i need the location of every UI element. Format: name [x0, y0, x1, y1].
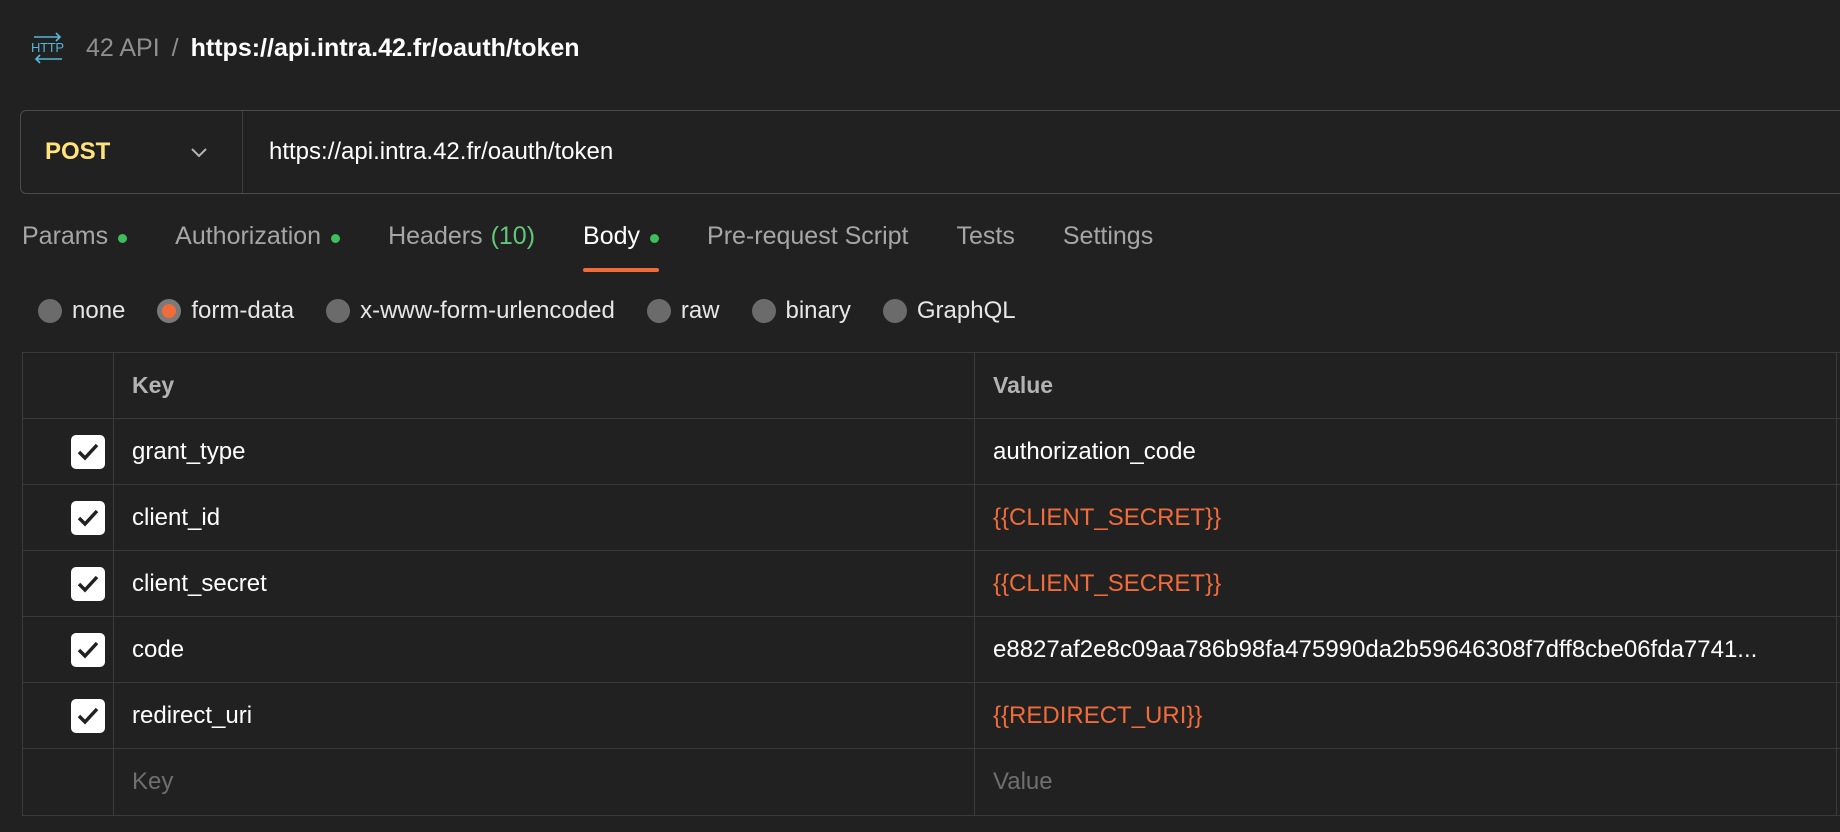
radio-raw[interactable]: raw: [646, 297, 720, 325]
tab-headers[interactable]: Headers (10): [388, 222, 535, 272]
tab-label: Headers: [388, 222, 483, 250]
row-key[interactable]: redirect_uri: [114, 683, 975, 748]
checkmark-icon: [77, 641, 99, 659]
chevron-down-icon: [190, 146, 208, 158]
tab-params[interactable]: Params: [22, 222, 128, 272]
radio-label: x-www-form-urlencoded: [360, 297, 615, 324]
status-dot: [650, 234, 660, 243]
radio-binary[interactable]: binary: [751, 297, 851, 325]
breadcrumb-separator: /: [171, 33, 179, 62]
radio-form-data[interactable]: form-data: [157, 297, 294, 325]
radio-label: none: [72, 297, 126, 324]
value-variable: {{CLIENT_SECRET}}: [993, 503, 1222, 531]
row-key[interactable]: client_id: [114, 485, 975, 550]
row-check-cell: [23, 749, 114, 815]
value-text: e8827af2e8c09aa786b98fa475990da2b5964630…: [993, 635, 1758, 663]
body-type-selector: none form-data x-www-form-urlencoded raw…: [38, 296, 1048, 326]
radio-button-selected[interactable]: [157, 299, 182, 323]
status-dot: [331, 234, 341, 243]
radio-button[interactable]: [646, 299, 671, 323]
tab-label: Pre-request Script: [707, 222, 909, 250]
request-url-bar: POST: [20, 110, 1840, 194]
row-check-cell: [23, 617, 114, 682]
row-checkbox[interactable]: [71, 500, 105, 535]
table-row: redirect_uri {{REDIRECT_URI}}: [23, 683, 1840, 749]
row-check-cell: [23, 683, 114, 748]
tab-pre-request-script[interactable]: Pre-request Script: [707, 222, 908, 272]
row-checkbox[interactable]: [71, 632, 105, 667]
tab-label: Settings: [1062, 222, 1154, 250]
row-key[interactable]: client_secret: [114, 551, 975, 616]
tab-label: Params: [22, 222, 109, 250]
tab-label: Tests: [956, 222, 1015, 250]
row-value[interactable]: {{REDIRECT_URI}}: [975, 683, 1837, 748]
value-text: authorization_code: [993, 437, 1196, 465]
request-tabs: Params Authorization Headers (10) Body P…: [22, 222, 1201, 272]
tab-body[interactable]: Body: [583, 222, 660, 272]
row-checkbox[interactable]: [71, 434, 105, 469]
value-variable: {{REDIRECT_URI}}: [993, 701, 1203, 729]
row-value[interactable]: {{CLIENT_SECRET}}: [975, 551, 1837, 616]
row-key[interactable]: code: [114, 617, 975, 682]
checkmark-icon: [77, 443, 99, 461]
table-row-new: Key Value: [23, 749, 1840, 815]
radio-label: GraphQL: [916, 297, 1016, 324]
radio-label: form-data: [191, 297, 295, 324]
row-value[interactable]: e8827af2e8c09aa786b98fa475990da2b5964630…: [975, 617, 1837, 682]
tab-authorization[interactable]: Authorization: [175, 222, 341, 272]
checkmark-icon: [77, 707, 99, 725]
radio-label: binary: [785, 297, 851, 324]
table-row: client_id {{CLIENT_SECRET}}: [23, 485, 1840, 551]
tab-settings[interactable]: Settings: [1063, 222, 1153, 272]
tab-label: Authorization: [175, 222, 322, 250]
radio-graphql[interactable]: GraphQL: [882, 297, 1016, 325]
http-icon: HTTP: [30, 31, 66, 65]
tab-count-badge: (10): [490, 222, 536, 250]
url-input[interactable]: [243, 111, 1840, 193]
tab-tests[interactable]: Tests: [957, 222, 1015, 272]
radio-x-www-form-urlencoded[interactable]: x-www-form-urlencoded: [326, 297, 615, 325]
row-checkbox[interactable]: [71, 566, 105, 601]
row-key[interactable]: grant_type: [114, 419, 975, 484]
svg-text:HTTP: HTTP: [31, 40, 64, 55]
row-check-cell: [23, 485, 114, 550]
radio-button[interactable]: [38, 299, 62, 323]
checkmark-icon: [77, 575, 99, 593]
radio-button[interactable]: [882, 299, 907, 323]
row-check-cell: [23, 419, 114, 484]
row-value[interactable]: authorization_code: [975, 419, 1837, 484]
table-row: grant_type authorization_code: [23, 419, 1840, 485]
column-header-key: Key: [114, 353, 975, 418]
table-row: code e8827af2e8c09aa786b98fa475990da2b59…: [23, 617, 1840, 683]
row-check-cell: [23, 551, 114, 616]
column-header-value: Value: [975, 353, 1837, 418]
value-variable: {{CLIENT_SECRET}}: [993, 569, 1222, 597]
method-select[interactable]: POST: [21, 111, 243, 193]
tab-label: Body: [583, 222, 641, 250]
table-row: client_secret {{CLIENT_SECRET}}: [23, 551, 1840, 617]
row-value[interactable]: {{CLIENT_SECRET}}: [975, 485, 1837, 550]
method-label: POST: [45, 138, 111, 165]
header-check-cell: [23, 353, 114, 418]
breadcrumb: HTTP 42 API / https://api.intra.42.fr/oa…: [30, 28, 580, 68]
checkmark-icon: [77, 509, 99, 527]
new-value-input[interactable]: Value: [975, 749, 1837, 815]
breadcrumb-collection[interactable]: 42 API: [86, 34, 160, 63]
status-dot: [118, 234, 128, 243]
row-checkbox[interactable]: [71, 698, 105, 733]
breadcrumb-request-name[interactable]: https://api.intra.42.fr/oauth/token: [191, 34, 580, 63]
new-key-input[interactable]: Key: [114, 749, 975, 815]
radio-none[interactable]: none: [38, 297, 125, 325]
table-header-row: Key Value: [23, 353, 1840, 419]
radio-button[interactable]: [751, 299, 776, 323]
form-data-table: Key Value grant_type authorization_code …: [22, 352, 1840, 816]
radio-button[interactable]: [326, 299, 351, 323]
radio-label: raw: [680, 297, 720, 324]
